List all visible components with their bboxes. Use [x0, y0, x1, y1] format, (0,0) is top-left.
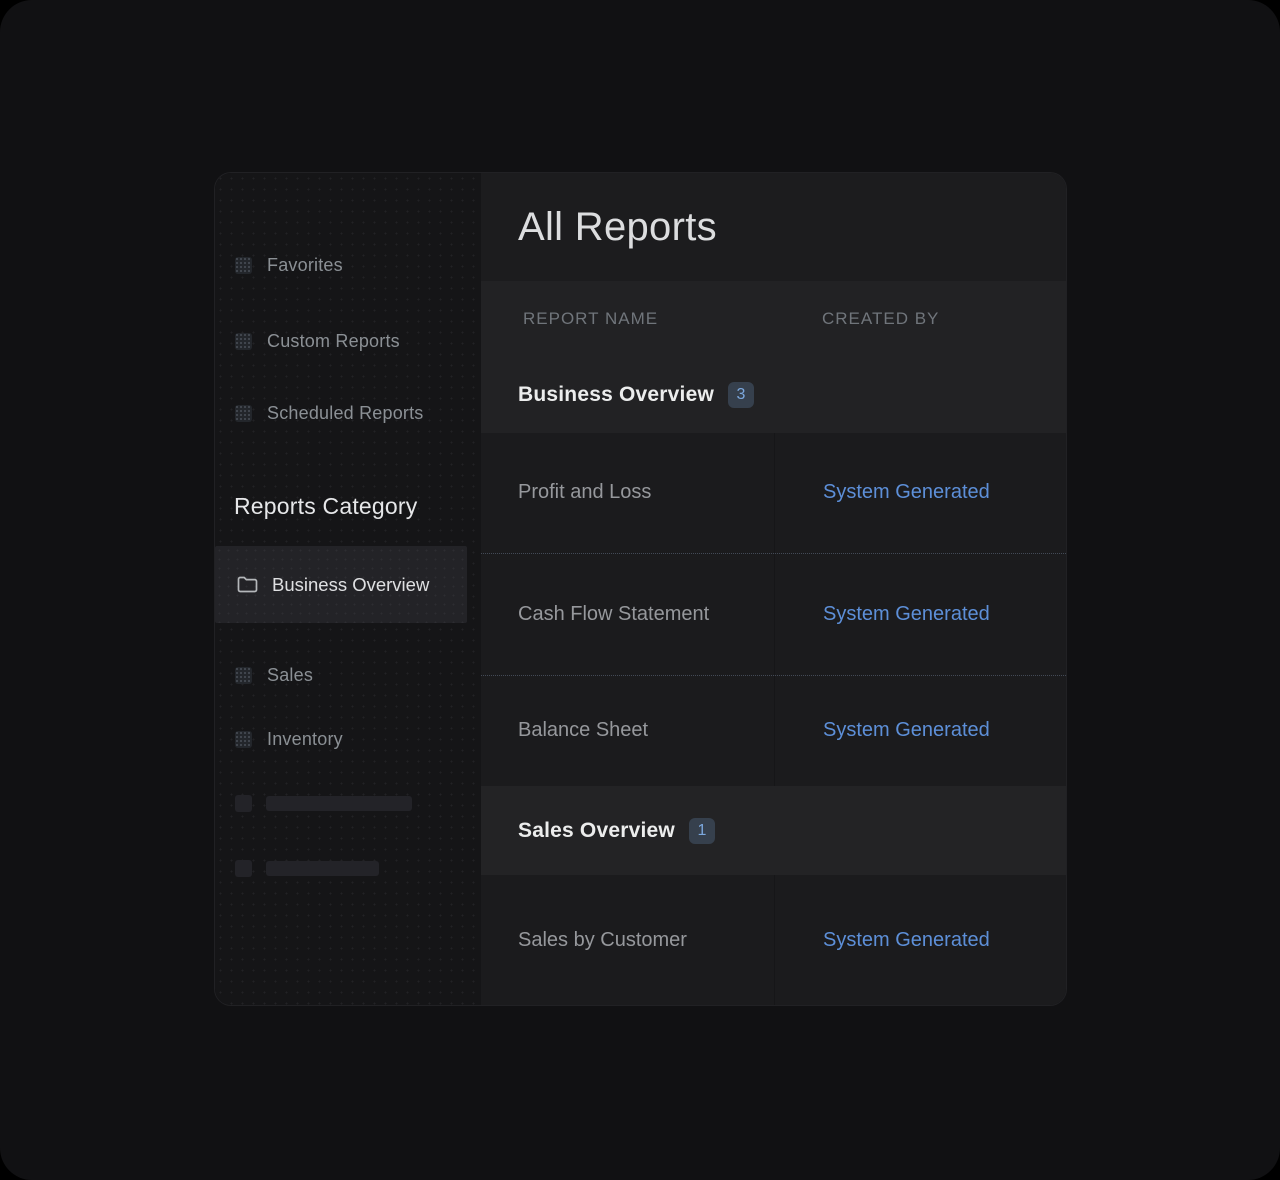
sidebar-item-custom-reports[interactable]: Custom Reports [215, 325, 481, 357]
sidebar-skeleton-item [215, 795, 481, 812]
skeleton-icon [235, 860, 252, 877]
page-title: All Reports [518, 205, 717, 250]
sidebar-category-inventory[interactable]: Inventory [215, 723, 481, 755]
report-row-cash-flow-statement[interactable]: Cash Flow Statement System Generated [481, 553, 1066, 676]
reports-panel: Favorites Custom Reports Scheduled Repor… [215, 173, 1066, 1005]
sidebar-item-favorites[interactable]: Favorites [215, 249, 481, 281]
folder-icon [237, 576, 258, 593]
group-name: Sales Overview [518, 819, 675, 843]
report-created-by: System Generated [774, 433, 1066, 553]
column-header-created-by: CREATED BY [822, 309, 939, 329]
reports-main: All Reports REPORT NAME CREATED BY Busin… [481, 173, 1066, 1005]
sidebar-item-label: Favorites [267, 255, 343, 276]
sidebar-category-business-overview-selected[interactable]: Business Overview [215, 546, 467, 623]
report-created-by: System Generated [774, 676, 1066, 786]
sales-icon [235, 667, 252, 684]
sidebar-category-sales[interactable]: Sales [215, 659, 481, 691]
table-header-block: REPORT NAME CREATED BY Business Overview… [481, 281, 1066, 433]
skeleton-bar [266, 796, 412, 811]
sidebar: Favorites Custom Reports Scheduled Repor… [215, 173, 481, 1005]
title-bar: All Reports [481, 173, 1066, 281]
report-name[interactable]: Profit and Loss [481, 433, 774, 553]
sidebar-item-label: Custom Reports [267, 331, 400, 352]
report-name[interactable]: Sales by Customer [481, 875, 774, 1005]
report-created-by: System Generated [774, 554, 1066, 676]
group-count-badge: 1 [689, 818, 715, 844]
selected-category-label: Business Overview [272, 574, 429, 596]
app-background: Favorites Custom Reports Scheduled Repor… [0, 0, 1280, 1180]
sidebar-item-label: Scheduled Reports [267, 403, 424, 424]
skeleton-icon [235, 795, 252, 812]
group-row-business-overview[interactable]: Business Overview 3 [481, 356, 1066, 433]
report-created-by: System Generated [774, 875, 1066, 1005]
group-count-badge: 3 [728, 382, 754, 408]
group-row-sales-overview[interactable]: Sales Overview 1 [481, 786, 1066, 876]
reports-category-heading: Reports Category [234, 493, 417, 520]
favorites-icon [235, 257, 252, 274]
custom-reports-icon [235, 333, 252, 350]
scheduled-reports-icon [235, 405, 252, 422]
report-name[interactable]: Balance Sheet [481, 676, 774, 786]
inventory-icon [235, 731, 252, 748]
report-row-profit-and-loss[interactable]: Profit and Loss System Generated [481, 433, 1066, 553]
table-column-header-row: REPORT NAME CREATED BY [481, 281, 1066, 356]
report-name[interactable]: Cash Flow Statement [481, 554, 774, 676]
group-name: Business Overview [518, 383, 714, 407]
report-row-balance-sheet[interactable]: Balance Sheet System Generated [481, 675, 1066, 786]
report-row-sales-by-customer[interactable]: Sales by Customer System Generated [481, 875, 1066, 1005]
sidebar-skeleton-item [215, 860, 481, 877]
sidebar-item-label: Inventory [267, 729, 343, 750]
skeleton-bar [266, 861, 379, 876]
sidebar-item-scheduled-reports[interactable]: Scheduled Reports [215, 397, 481, 429]
column-header-report-name: REPORT NAME [523, 309, 658, 329]
sidebar-item-label: Sales [267, 665, 313, 686]
